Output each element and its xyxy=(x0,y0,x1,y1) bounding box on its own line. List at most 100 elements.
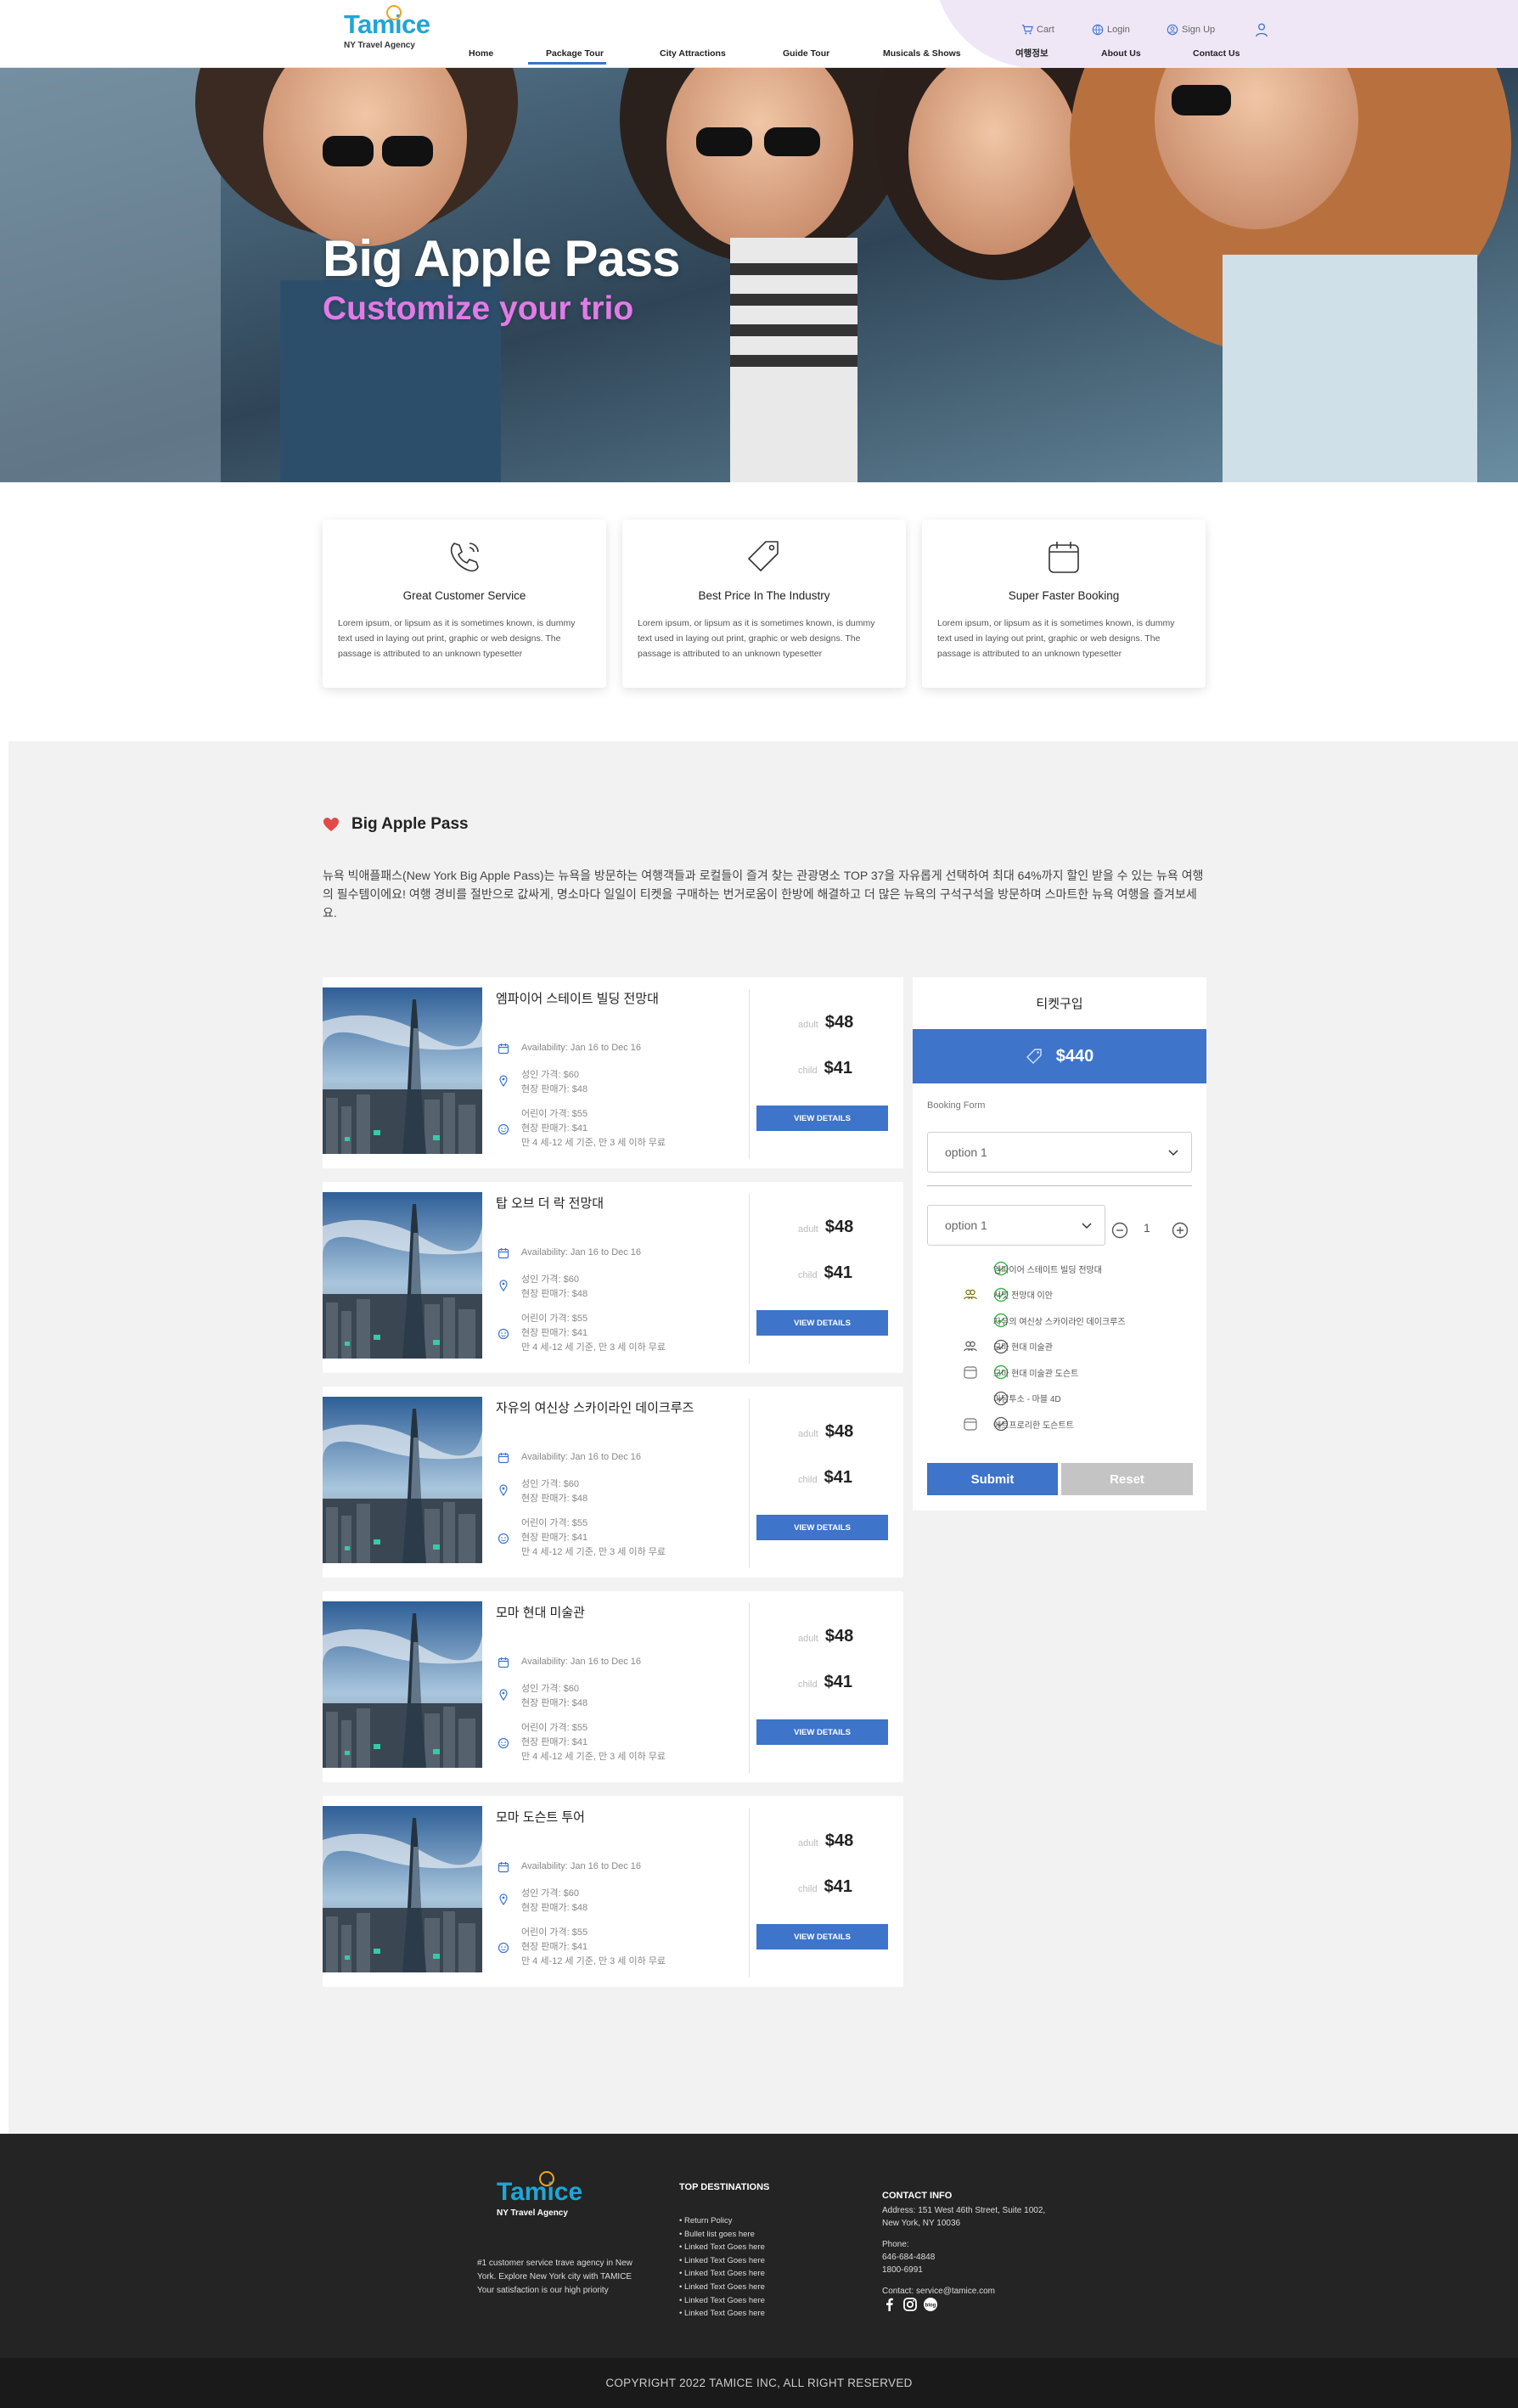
signup-link[interactable]: Sign Up xyxy=(1167,24,1215,36)
adult-price-value: $48 xyxy=(824,1013,854,1032)
location-pin-icon xyxy=(498,1278,509,1297)
child-age-note: 만 4 세-12 세 기준, 만 3 세 이하 무료 xyxy=(521,1547,666,1557)
view-details-button[interactable]: VIEW DETAILS xyxy=(756,1924,888,1949)
feature-card: Super Faster Booking Lorem ipsum, or lip… xyxy=(922,520,1206,688)
view-details-button[interactable]: VIEW DETAILS xyxy=(756,1719,888,1745)
checklist-item[interactable]: 모마 현대 미술관 xyxy=(927,1334,1199,1360)
nav-home[interactable]: Home xyxy=(469,48,493,59)
footer-destination-link[interactable]: • Linked Text Goes here xyxy=(679,2281,765,2294)
card-divider xyxy=(749,1603,750,1773)
blog-icon[interactable]: blog xyxy=(923,2297,938,2312)
checklist-item[interactable]: 모마 현대 미술관 도슨트 xyxy=(927,1359,1199,1386)
child-price-row: 어린이 가격: $55 현장 판매가: $41 만 4 세-12 세 기준, 만 3… xyxy=(498,1926,666,1969)
view-details-button[interactable]: VIEW DETAILS xyxy=(756,1515,888,1540)
minus-circle-icon[interactable] xyxy=(1111,1222,1128,1239)
child-age-note: 만 4 세-12 세 기준, 만 3 세 이하 무료 xyxy=(521,1956,666,1966)
user-icon xyxy=(1256,23,1268,37)
tag-icon xyxy=(1026,1049,1042,1064)
account-button[interactable] xyxy=(1254,22,1269,37)
group-icon xyxy=(963,1287,978,1302)
child-icon xyxy=(498,1326,509,1345)
checklist-item-label: 모마 현대 미술관 xyxy=(993,1343,1053,1353)
booking-form-label: Booking Form xyxy=(927,1100,986,1111)
footer-destination-link[interactable]: • Return Policy xyxy=(679,2214,765,2228)
checklist-item[interactable]: 에트프로리한 도슨트트 xyxy=(927,1411,1199,1437)
tour-thumbnail[interactable] xyxy=(323,1806,482,1972)
tour-name[interactable]: 모마 현대 미술관 xyxy=(496,1603,585,1621)
tour-availability: Availability: Jan 16 to Dec 16 xyxy=(521,1043,642,1053)
login-link[interactable]: Login xyxy=(1092,24,1130,36)
adult-onsite-price: 현장 판매가: $48 xyxy=(521,1903,588,1913)
calendar-icon xyxy=(498,1450,509,1469)
adult-label: adult xyxy=(798,1838,818,1848)
tour-thumbnail[interactable] xyxy=(323,1397,482,1563)
tour-name[interactable]: 모마 도슨트 투어 xyxy=(496,1808,585,1826)
nav-guide-tour[interactable]: Guide Tour xyxy=(783,48,829,59)
checklist-item-label: 엠파이어 스테이트 빌딩 전망대 xyxy=(993,1265,1102,1275)
checklist-item-label: 에트프로리한 도슨트트 xyxy=(993,1421,1074,1431)
calendar-icon xyxy=(498,1859,509,1878)
divider xyxy=(927,1185,1192,1186)
heart-icon xyxy=(323,818,339,831)
checklist-item[interactable]: 자유의 여신상 스카이라인 데이크루즈 xyxy=(927,1308,1199,1334)
nav-contact-us[interactable]: Contact Us xyxy=(1193,48,1240,59)
compass-icon xyxy=(386,5,402,20)
footer-destination-link[interactable]: • Linked Text Goes here xyxy=(679,2294,765,2308)
nav-package-tour[interactable]: Package Tour xyxy=(546,48,604,59)
view-details-button[interactable]: VIEW DETAILS xyxy=(756,1106,888,1131)
nav-city-attractions[interactable]: City Attractions xyxy=(660,48,726,59)
section-intro: 뉴욕 빅애플패스(New York Big Apple Pass)는 뉴욕을 방… xyxy=(323,869,1204,920)
submit-button[interactable]: Submit xyxy=(927,1463,1058,1495)
footer-destinations-list: • Return Policy • Bullet list goes here • … xyxy=(679,2214,765,2321)
nav-travel-info[interactable]: 여행정보 xyxy=(1015,47,1049,59)
view-details-button[interactable]: VIEW DETAILS xyxy=(756,1310,888,1336)
footer-destination-link[interactable]: • Linked Text Goes here xyxy=(679,2307,765,2321)
calendar-icon xyxy=(1049,542,1079,573)
ticket-type-select[interactable]: option 1 xyxy=(927,1205,1105,1246)
tour-name[interactable]: 자유의 여신상 스카이라인 데이크루즈 xyxy=(496,1398,694,1416)
checklist-item[interactable]: 서밋 전망대 이안 xyxy=(927,1282,1199,1308)
tour-name[interactable]: 탑 오브 더 락 전망대 xyxy=(496,1194,604,1212)
adult-price: adult $48 xyxy=(798,1013,853,1032)
nav-about-us[interactable]: About Us xyxy=(1101,48,1141,59)
tour-thumbnail[interactable] xyxy=(323,1601,482,1768)
child-onsite-price: 현장 판매가: $41 xyxy=(521,1328,588,1338)
footer-logo[interactable]: Tamice NY Travel Agency xyxy=(497,2171,582,2218)
nav-musicals-shows[interactable]: Musicals & Shows xyxy=(883,48,961,59)
child-price-value: $41 xyxy=(824,1468,852,1487)
checklist-item[interactable]: 엠파이어 스테이트 빌딩 전망대 xyxy=(927,1256,1199,1282)
tour-thumbnail[interactable] xyxy=(323,987,482,1154)
child-price-value: $41 xyxy=(824,1263,852,1282)
plus-circle-icon[interactable] xyxy=(1172,1222,1189,1239)
calendar-icon xyxy=(963,1416,978,1432)
cart-link[interactable]: Cart xyxy=(1021,24,1054,36)
availability-row: Availability: Jan 16 to Dec 16 xyxy=(498,1041,641,1060)
checklist-item-label: 서밋 전망대 이안 xyxy=(993,1291,1053,1302)
instagram-icon[interactable] xyxy=(902,2297,918,2312)
footer-destination-link[interactable]: • Linked Text Goes here xyxy=(679,2241,765,2254)
chevron-down-icon xyxy=(1168,1150,1178,1156)
booking-title: 티켓구입 xyxy=(1036,997,1083,1011)
compass-icon xyxy=(539,2171,554,2186)
footer-destination-link[interactable]: • Linked Text Goes here xyxy=(679,2254,765,2268)
card-divider xyxy=(749,1398,750,1568)
footer-destination-link[interactable]: • Linked Text Goes here xyxy=(679,2267,765,2281)
footer-destination-link[interactable]: • Bullet list goes here xyxy=(679,2228,765,2242)
tour-name[interactable]: 엠파이어 스테이트 빌딩 전망대 xyxy=(496,989,659,1007)
reset-button[interactable]: Reset xyxy=(1061,1463,1193,1495)
social-links: blog xyxy=(882,2297,938,2312)
quantity-value[interactable]: 1 xyxy=(1144,1221,1150,1235)
footer-email[interactable]: Contact: service@tamice.com xyxy=(882,2285,1052,2298)
checklist-item-label: 자유의 여신상 스카이라인 데이크루즈 xyxy=(993,1317,1126,1327)
attraction-select[interactable]: option 1 xyxy=(927,1132,1192,1173)
facebook-icon[interactable] xyxy=(882,2297,897,2312)
card-divider xyxy=(749,1194,750,1364)
checklist-item[interactable]: 마담투소 - 마블 4D xyxy=(927,1386,1199,1412)
checklist-item-label: 마담투소 - 마블 4D xyxy=(993,1395,1061,1405)
child-list-price: 어린이 가격: $55 xyxy=(521,1518,588,1528)
feature-text: Lorem ipsum, or lipsum as it is sometime… xyxy=(338,618,576,659)
child-list-price: 어린이 가격: $55 xyxy=(521,1723,588,1733)
user-circle-icon xyxy=(1167,24,1178,36)
tour-thumbnail[interactable] xyxy=(323,1192,482,1359)
logo[interactable]: Tamice NY Travel Agency xyxy=(344,5,437,50)
